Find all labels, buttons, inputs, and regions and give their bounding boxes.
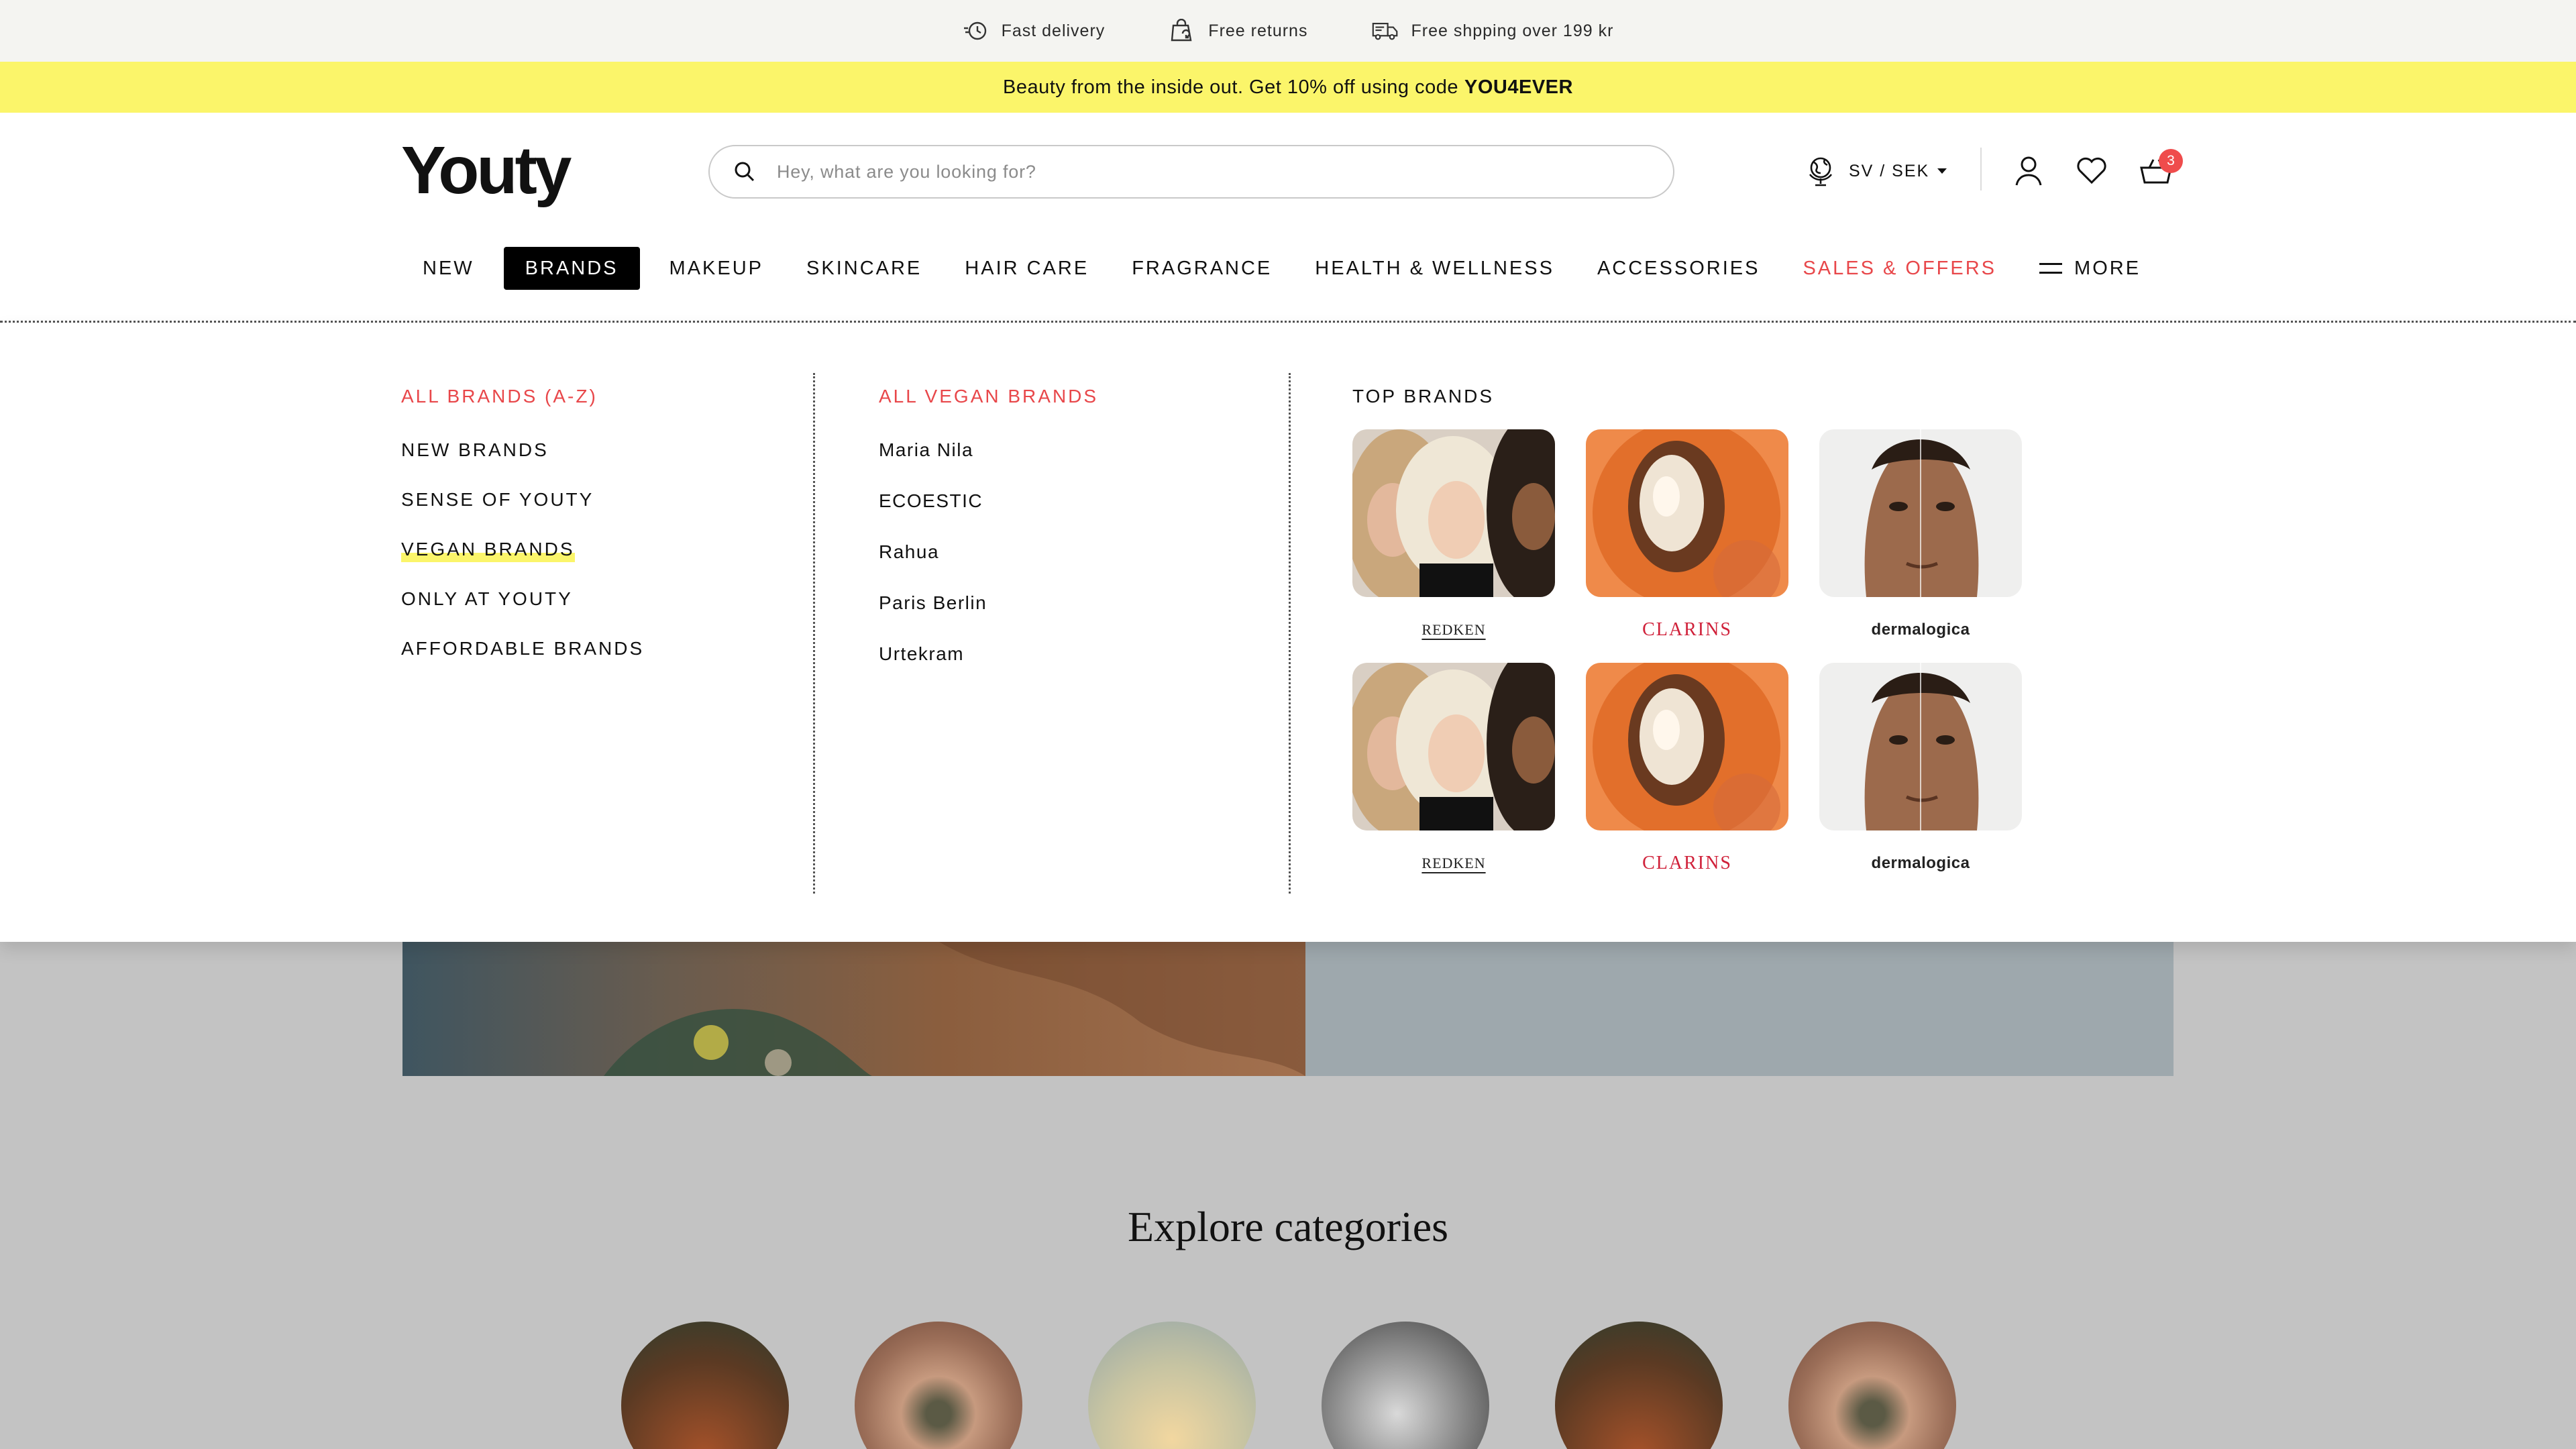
search-input[interactable] (777, 161, 1649, 182)
locale-label: SV / SEK (1849, 161, 1930, 180)
hero-image[interactable] (402, 942, 1305, 1076)
account-button[interactable] (2011, 153, 2046, 188)
menu-item-label: SENSE OF YOUTY (401, 489, 594, 510)
chevron-down-icon (1937, 168, 1947, 174)
menu-item-new-brands[interactable]: NEW BRANDS (401, 440, 644, 490)
heart-icon (2077, 157, 2106, 184)
menu-item-paris-berlin[interactable]: Paris Berlin (879, 593, 1098, 644)
menu-item-label: VEGAN BRANDS (401, 539, 575, 562)
brand-image (1586, 663, 1788, 830)
category-circle[interactable] (1555, 1322, 1723, 1449)
brand-logo: dermalogica (1871, 854, 1970, 872)
brand-logo: REDKEN (1421, 855, 1486, 871)
header-dotted-divider (0, 321, 2576, 323)
brand-image (1586, 429, 1788, 597)
menu-item-maria-nila[interactable]: Maria Nila (879, 440, 1098, 491)
brand-image (1352, 663, 1555, 830)
menu-item-label: NEW BRANDS (401, 439, 549, 460)
brand-image (1352, 429, 1555, 597)
brand-category-list: NEW BRANDS SENSE OF YOUTY VEGAN BRANDS O… (401, 440, 644, 688)
fast-delivery-label: Fast delivery (1001, 21, 1106, 40)
brand-card-dermalogica[interactable]: dermalogica (1819, 429, 2022, 663)
utility-fast-delivery: Fast delivery (963, 19, 1106, 43)
promo-text: Beauty from the inside out. Get 10% off … (1003, 76, 1459, 98)
menu-item-affordable-brands[interactable]: AFFORDABLE BRANDS (401, 639, 644, 688)
column-divider (1289, 373, 1291, 894)
locale-selector[interactable]: SV / SEK (1805, 154, 1947, 188)
nav-item-more[interactable]: MORE (2018, 247, 2162, 290)
all-brands-link[interactable]: ALL BRANDS (A-Z) (401, 386, 644, 407)
main-nav: NEW BRANDS MAKEUP SKINCARE HAIR CARE FRA… (401, 244, 2162, 292)
utility-free-shipping: Free shpping over 199 kr (1372, 19, 1613, 43)
nav-item-new[interactable]: NEW (401, 247, 496, 290)
globe-icon (1809, 157, 1833, 186)
menu-item-ecoestic[interactable]: ECOESTIC (879, 491, 1098, 542)
brand-image (1819, 663, 2022, 830)
brand-logo: CLARINS (1642, 853, 1732, 873)
nav-item-brands[interactable]: BRANDS (503, 247, 640, 290)
nav-item-fragrance[interactable]: FRAGRANCE (1110, 247, 1293, 290)
fast-delivery-icon (963, 21, 986, 40)
promo-banner[interactable]: Beauty from the inside out. Get 10% off … (0, 62, 2576, 113)
free-shipping-label: Free shpping over 199 kr (1411, 21, 1614, 40)
category-circle[interactable] (855, 1322, 1022, 1449)
user-icon (2015, 156, 2042, 186)
menu-item-only-at-youty[interactable]: ONLY AT YOUTY (401, 589, 644, 639)
nav-item-health-wellness[interactable]: HEALTH & WELLNESS (1293, 247, 1576, 290)
menu-item-sense-of-youty[interactable]: SENSE OF YOUTY (401, 490, 644, 539)
brand-logo: REDKEN (1421, 621, 1486, 638)
nav-item-sales-offers[interactable]: SALES & OFFERS (1781, 247, 2018, 290)
hero-photo (402, 942, 1305, 1076)
site-header: Youty SV / SEK 3 NEW BRANDS MAKEUP SKINC… (0, 113, 2576, 323)
free-returns-icon (1171, 19, 1192, 42)
utility-free-returns: Free returns (1169, 19, 1307, 43)
top-brands-grid: REDKEN CLARINS dermalogica REDKEN CLARIN… (1352, 429, 2022, 896)
menu-item-label: AFFORDABLE BRANDS (401, 638, 645, 659)
nav-item-skincare[interactable]: SKINCARE (785, 247, 943, 290)
vegan-brand-list: Maria Nila ECOESTIC Rahua Paris Berlin U… (879, 440, 1098, 695)
vegan-brands-column: ALL VEGAN BRANDS Maria Nila ECOESTIC Rah… (879, 386, 1098, 695)
search-bar[interactable] (708, 145, 1674, 199)
all-vegan-brands-link[interactable]: ALL VEGAN BRANDS (879, 386, 1098, 407)
brand-card-clarins[interactable]: CLARINS (1586, 663, 1788, 896)
nav-item-accessories[interactable]: ACCESSORIES (1576, 247, 1782, 290)
column-divider (813, 373, 815, 894)
menu-item-vegan-brands[interactable]: VEGAN BRANDS (401, 539, 644, 589)
brand-card-redken[interactable]: REDKEN (1352, 663, 1555, 896)
top-brands-heading: TOP BRANDS (1352, 386, 1495, 407)
brands-mega-menu: ALL BRANDS (A-Z) NEW BRANDS SENSE OF YOU… (0, 323, 2576, 942)
truck-icon (1373, 23, 1398, 40)
menu-item-urtekram[interactable]: Urtekram (879, 644, 1098, 695)
menu-item-label: ONLY AT YOUTY (401, 588, 573, 609)
nav-item-makeup[interactable]: MAKEUP (648, 247, 785, 290)
brand-image (1819, 429, 2022, 597)
category-circle[interactable] (621, 1322, 789, 1449)
category-circle[interactable] (1322, 1322, 1489, 1449)
brand-card-clarins[interactable]: CLARINS (1586, 429, 1788, 663)
cart-count-badge: 3 (2159, 149, 2183, 173)
more-label: MORE (2074, 257, 2141, 279)
free-returns-label: Free returns (1208, 21, 1308, 40)
header-divider (1980, 148, 1982, 191)
search-icon[interactable] (733, 160, 757, 184)
brands-column: ALL BRANDS (A-Z) NEW BRANDS SENSE OF YOU… (401, 386, 644, 688)
brand-logo: dermalogica (1871, 621, 1970, 639)
hero-panel (1305, 942, 2174, 1076)
menu-icon (2039, 263, 2063, 274)
explore-categories-title: Explore categories (1128, 1203, 1448, 1250)
brand-logo: CLARINS (1642, 619, 1732, 640)
nav-item-hair-care[interactable]: HAIR CARE (943, 247, 1110, 290)
brand-card-redken[interactable]: REDKEN (1352, 429, 1555, 663)
promo-code: YOU4EVER (1464, 76, 1573, 98)
category-circle[interactable] (1788, 1322, 1956, 1449)
wishlist-button[interactable] (2074, 153, 2109, 188)
category-list (621, 1322, 1956, 1449)
category-circle[interactable] (1088, 1322, 1256, 1449)
brand-card-dermalogica[interactable]: dermalogica (1819, 663, 2022, 896)
top-brands-column: TOP BRANDS REDKEN CLARINS dermalogica RE… (1352, 386, 2022, 873)
utility-bar: Fast delivery Free returns Free shpping … (0, 0, 2576, 62)
menu-item-rahua[interactable]: Rahua (879, 542, 1098, 593)
site-logo[interactable]: Youty (401, 137, 572, 204)
